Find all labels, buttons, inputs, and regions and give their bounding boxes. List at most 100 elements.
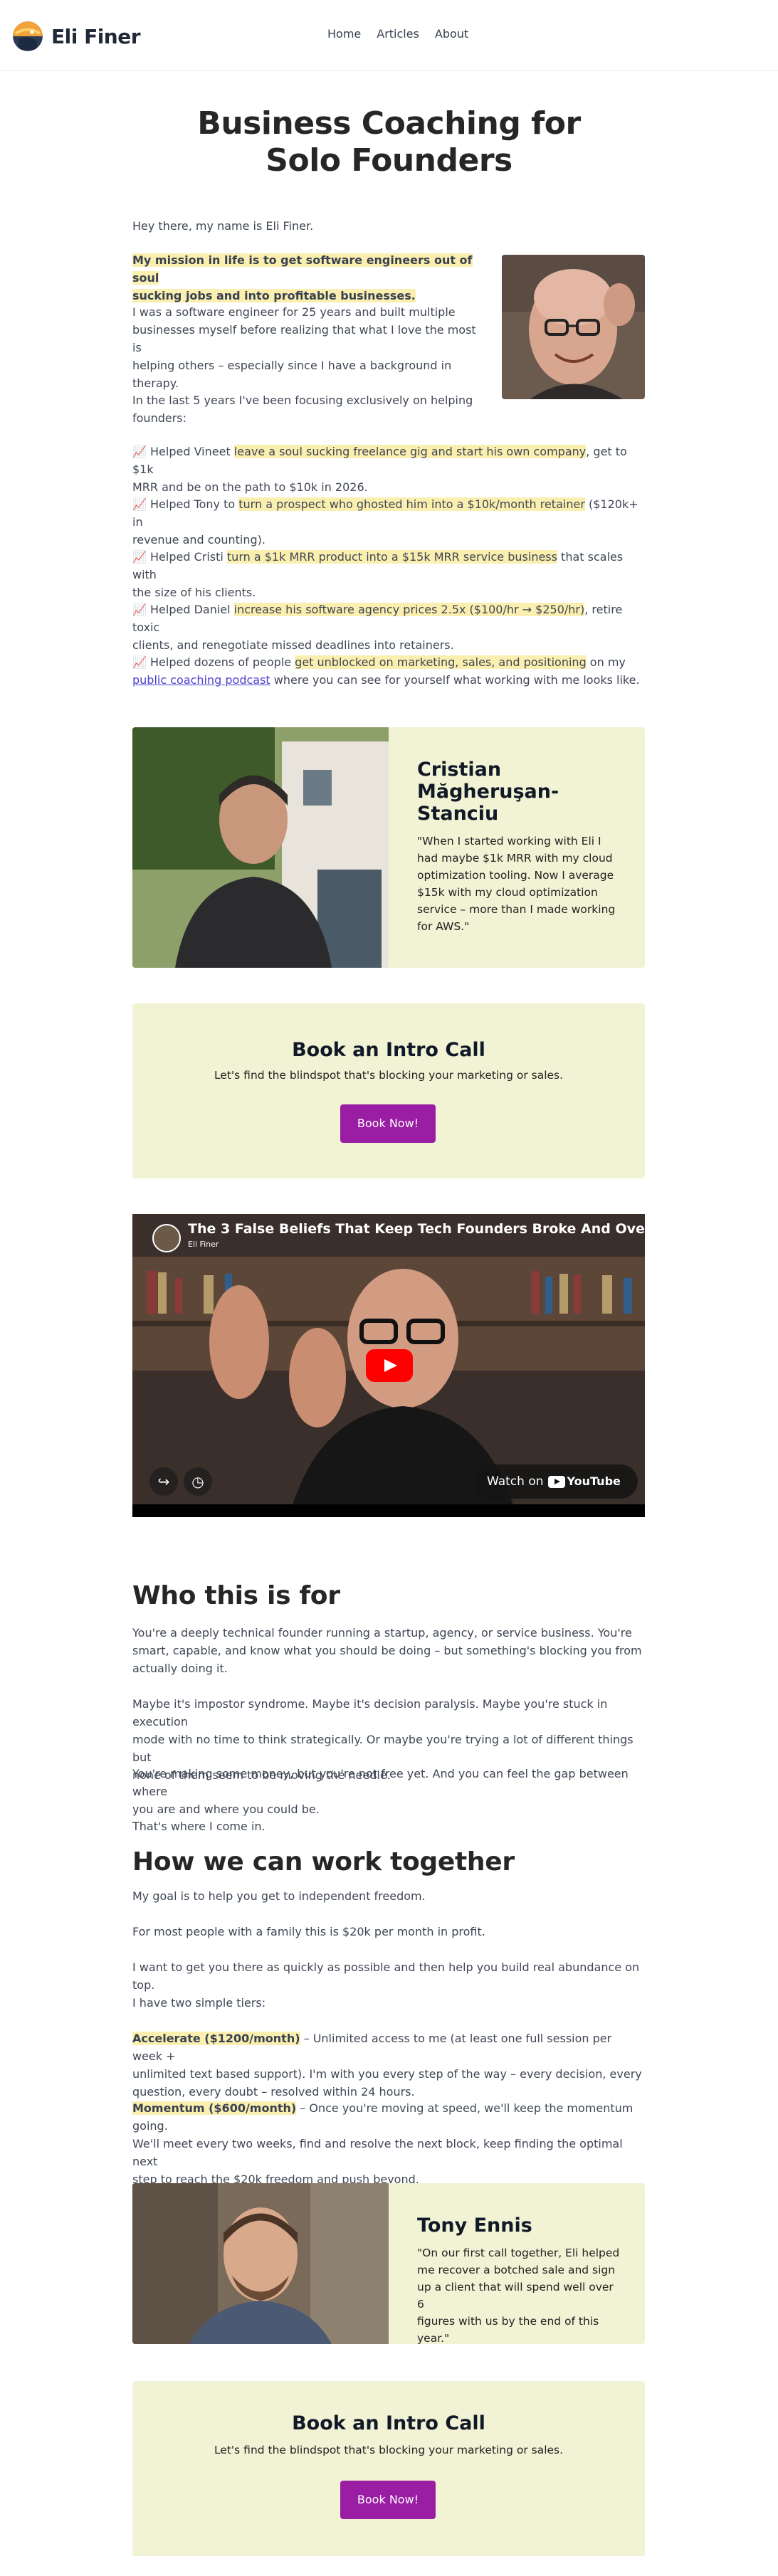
youtube-logo-icon: YouTube (547, 1464, 621, 1499)
share-icon[interactable]: ↪ (149, 1467, 178, 1496)
testimonial-name: Cristian Măgheruşan- Stanciu (417, 759, 559, 825)
how-paragraph: My goal is to help you get to independen… (132, 1889, 426, 1903)
brand-logo-icon (13, 21, 43, 51)
quote-line: for AWS." (417, 920, 470, 933)
watch-on-youtube-button[interactable]: Watch on YouTube (474, 1464, 638, 1499)
result-item: 📈 Helped Daniel increase his software ag… (132, 601, 645, 654)
tony-photo-image (132, 2183, 389, 2344)
who-paragraph: You're a deeply technical founder runnin… (132, 1624, 645, 1677)
result-item: 📈 Helped Vineet leave a soul sucking fre… (132, 443, 645, 496)
bg-line: I was a software engineer for 25 years a… (132, 305, 456, 319)
result-highlight: increase his software agency prices 2.5x… (233, 603, 585, 616)
result-text: where you can see for yourself what work… (270, 673, 640, 687)
quote-line: $15k with my cloud optimization (417, 886, 598, 899)
nav-about[interactable]: About (435, 27, 468, 41)
testimonial-quote: "On our first call together, Eli helped … (417, 2244, 624, 2344)
nav-home[interactable]: Home (327, 27, 361, 41)
greeting: Hey there, my name is Eli Finer. (132, 219, 314, 233)
para-line: actually doing it. (132, 1662, 228, 1675)
chart-increasing-icon: 📈 (132, 497, 147, 511)
watch-on-label: Watch on (487, 1474, 544, 1489)
video-channel-name[interactable]: Eli Finer (188, 1240, 219, 1249)
nav-articles[interactable]: Articles (377, 27, 419, 41)
tier-text: unlimited text based support). I'm with … (132, 2067, 642, 2081)
who-paragraph: You're making some money, but you're not… (132, 1765, 645, 1818)
testimonial-quote: "When I started working with Eli I had m… (417, 833, 624, 935)
eli-portrait-image (502, 255, 645, 399)
result-text: revenue and counting). (132, 533, 266, 547)
how-paragraph: I want to get you there as quickly as po… (132, 1960, 640, 1992)
mission-line-1: My mission in life is to get software en… (132, 253, 473, 285)
result-item: 📈 Helped Cristi turn a $1k MRR product i… (132, 548, 645, 601)
play-icon[interactable] (366, 1349, 413, 1382)
quote-line: had maybe $1k MRR with my cloud (417, 852, 613, 865)
channel-avatar[interactable] (152, 1224, 181, 1252)
quote-line: optimization tooling. Now I average (417, 869, 614, 882)
tier-momentum: Momentum ($600/month) – Once you're movi… (132, 2099, 645, 2188)
cta-subtitle: Let's find the blindspot that's blocking… (214, 1069, 564, 1082)
main-nav: Home Articles About (327, 27, 468, 41)
tier-text: We'll meet every two weeks, find and res… (132, 2137, 623, 2168)
para-line: You're making some money, but you're not… (132, 1767, 629, 1798)
bg-line: helping others – especially since I have… (132, 359, 452, 372)
para-line: you are and where you could be. (132, 1802, 320, 1816)
focus-line: In the last 5 years I've been focusing e… (132, 394, 473, 407)
result-text: Helped Daniel (146, 603, 234, 616)
quote-line: "When I started working with Eli I (417, 835, 601, 848)
video-title[interactable]: The 3 False Beliefs That Keep Tech Found… (188, 1221, 645, 1237)
tier-text: question, every doubt – resolved within … (132, 2085, 415, 2099)
brand-name: Eli Finer (51, 24, 141, 48)
chart-increasing-icon: 📈 (132, 445, 147, 458)
quote-line: up a client that will spend well over 6 (417, 2281, 614, 2311)
who-paragraph: That's where I come in. (132, 1820, 266, 1833)
book-now-button[interactable]: Book Now! (340, 1104, 436, 1143)
focus-line: founders: (132, 411, 187, 425)
cta-subtitle: Let's find the blindspot that's blocking… (214, 2444, 564, 2456)
result-text: the size of his clients. (132, 586, 256, 599)
name-line: Măgheruşan- (417, 781, 559, 803)
how-paragraph: I have two simple tiers: (132, 1996, 266, 2010)
background-paragraph: I was a software engineer for 25 years a… (132, 303, 488, 392)
chart-increasing-icon: 📈 (132, 550, 147, 564)
youtube-video-embed[interactable]: The 3 False Beliefs That Keep Tech Found… (132, 1214, 645, 1517)
how-paragraph: For most people with a family this is $2… (132, 1925, 485, 1938)
tier-momentum-label: Momentum ($600/month) (132, 2101, 297, 2115)
result-highlight: turn a $1k MRR product into a $15k MRR s… (226, 550, 557, 564)
page-title: Business Coaching for Solo Founders (0, 105, 778, 179)
result-text: Helped dozens of people (146, 655, 295, 669)
tier-accelerate-label: Accelerate ($1200/month) (132, 2032, 300, 2045)
page-title-line-2: Solo Founders (266, 142, 512, 179)
quote-line: "On our first call together, Eli helped (417, 2247, 620, 2259)
para-line: mode with no time to think strategically… (132, 1733, 634, 1764)
mission-line-2: sucking jobs and into profitable busines… (132, 289, 416, 302)
site-header: Eli Finer Home Articles About (0, 0, 778, 71)
podcast-link[interactable]: public coaching podcast (132, 673, 270, 687)
chart-increasing-icon: 📈 (132, 655, 147, 669)
cta-title: Book an Intro Call (292, 1039, 485, 1061)
result-item: 📈 Helped Tony to turn a prospect who gho… (132, 495, 645, 549)
result-text: MRR and be on the path to $10k in 2026. (132, 480, 368, 494)
youtube-logo-text: YouTube (567, 1474, 621, 1488)
quote-line: service – more than I made working (417, 903, 616, 916)
cristian-photo-image (132, 727, 389, 968)
para-line: Maybe it's impostor syndrome. Maybe it's… (132, 1697, 608, 1728)
testimonial-name: Tony Ennis (417, 2215, 532, 2237)
name-line: Cristian (417, 759, 502, 781)
result-text: Helped Vineet (146, 445, 234, 458)
cta-title: Book an Intro Call (292, 2412, 485, 2434)
para-line: You're a deeply technical founder runnin… (132, 1626, 632, 1640)
bg-line: businesses myself before realizing that … (132, 323, 476, 354)
watch-later-icon[interactable]: ◷ (184, 1467, 212, 1496)
testimonial-card: Cristian Măgheruşan- Stanciu "When I sta… (132, 727, 645, 968)
chart-increasing-icon: 📈 (132, 603, 147, 616)
result-text: Helped Tony to (146, 497, 239, 511)
brand[interactable]: Eli Finer (13, 21, 141, 51)
book-now-button[interactable]: Book Now! (340, 2481, 436, 2519)
how-heading: How we can work together (132, 1847, 515, 1876)
result-text: clients, and renegotiate missed deadline… (132, 638, 454, 652)
bg-line: therapy. (132, 376, 179, 390)
page-title-line-1: Business Coaching for (197, 105, 581, 142)
mission-statement: My mission in life is to get software en… (132, 251, 474, 305)
quote-line: figures with us by the end of this year.… (417, 2315, 599, 2344)
focus-paragraph: In the last 5 years I've been focusing e… (132, 391, 488, 427)
